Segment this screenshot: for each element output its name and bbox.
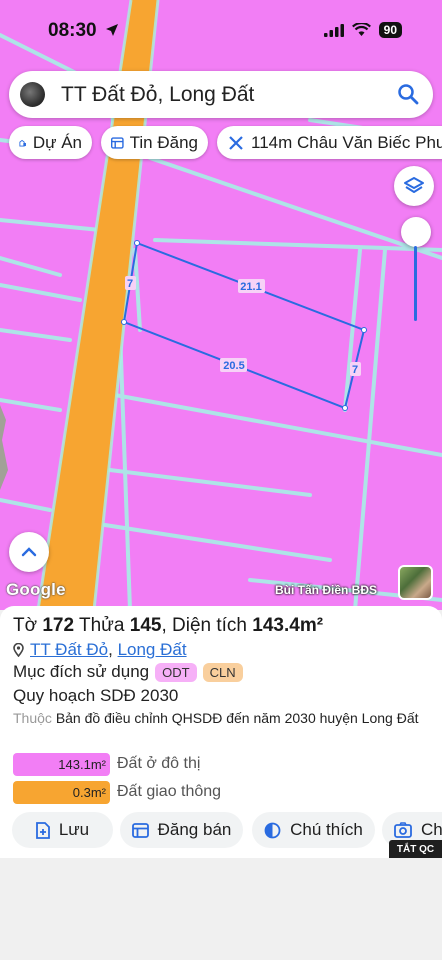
edge-label-left: 7 xyxy=(127,278,133,290)
search-bar[interactable]: TT Đất Đỏ, Long Đất xyxy=(9,71,433,118)
listing-icon xyxy=(131,822,149,838)
wifi-icon xyxy=(351,23,371,36)
parcel-info-panel: Tờ 172 Thửa 145, Diện tích 143.4m² TT Đấ… xyxy=(0,606,442,858)
expand-button[interactable] xyxy=(9,532,49,572)
legend-bar: 0.3m² xyxy=(13,780,110,804)
badge-cln: CLN xyxy=(202,662,243,682)
legend-bar: 143.1m² xyxy=(13,752,110,776)
status-bar: 08:30 90 xyxy=(0,0,442,60)
edge-label-bottom: 20.5 xyxy=(223,360,244,372)
chip-tin-dang[interactable]: Tin Đăng xyxy=(101,126,208,159)
legend-label: Đất giao thông xyxy=(117,783,222,800)
zoom-slider-track[interactable] xyxy=(414,246,417,321)
plan-source: Thuộc Bản đồ điều chỉnh QHSDĐ đến năm 20… xyxy=(13,710,419,726)
map-view[interactable]: 21.1 20.5 7 7 08:30 90 TT Đất Đỏ, Long Đ… xyxy=(0,0,442,610)
chip-label: Tin Đăng xyxy=(129,132,198,152)
watermark-thumbnail xyxy=(398,565,433,600)
location-link-town[interactable]: TT Đất Đỏ xyxy=(30,640,108,659)
pin-icon xyxy=(13,643,24,657)
add-bookmark-icon xyxy=(35,821,50,839)
chip-du-an[interactable]: Dự Án xyxy=(9,126,92,159)
signal-icon xyxy=(323,23,344,37)
hide-ads-button[interactable]: TẮT QC xyxy=(389,840,442,858)
zoom-slider-handle[interactable] xyxy=(401,217,431,247)
location-row: TT Đất Đỏ, Long Đất xyxy=(13,640,187,660)
sheet-number: 172 xyxy=(42,615,75,636)
usage-purpose-row: Mục đích sử dụng ODT CLN xyxy=(13,662,243,682)
layers-button[interactable] xyxy=(394,166,434,206)
parcel-number: 145 xyxy=(129,615,162,636)
google-logo: Google xyxy=(6,580,66,599)
chip-label: 114m Châu Văn Biếc Phước xyxy=(251,132,442,152)
status-icons: 90 xyxy=(323,22,402,38)
location-link-district[interactable]: Long Đất xyxy=(118,640,187,659)
edge-label-top: 21.1 xyxy=(240,281,261,293)
legend-button[interactable]: Chú thích xyxy=(252,812,375,848)
plan-label: Quy hoạch SDĐ 2030 xyxy=(13,686,179,705)
area-value: 143.4m² xyxy=(252,615,324,636)
camera-icon xyxy=(394,822,412,838)
listing-icon xyxy=(111,136,124,149)
contrast-icon xyxy=(264,822,281,838)
parcel-title: Tờ 172 Thửa 145, Diện tích 143.4m² xyxy=(13,615,324,636)
avatar[interactable] xyxy=(20,82,45,107)
edge-label-right: 7 xyxy=(352,364,358,376)
badge-odt: ODT xyxy=(155,662,197,682)
search-input[interactable]: TT Đất Đỏ, Long Đất xyxy=(61,83,254,107)
location-arrow-icon xyxy=(105,24,118,36)
watermark-text: Bùi Tấn Điền BĐS xyxy=(275,583,378,597)
search-icon[interactable] xyxy=(397,83,419,105)
layers-icon xyxy=(404,177,424,193)
save-button[interactable]: Lưu xyxy=(12,812,113,848)
legend-label: Đất ở đô thị xyxy=(117,755,201,772)
legend-row-road: 0.3m² Đất giao thông xyxy=(13,780,221,804)
battery-indicator: 90 xyxy=(378,22,402,38)
post-sale-button[interactable]: Đăng bán xyxy=(120,812,243,848)
building-icon xyxy=(19,139,26,146)
chip-distance[interactable]: 114m Châu Văn Biếc Phước xyxy=(217,126,442,159)
chip-label: Dự Án xyxy=(32,132,82,152)
legend-row-odt: 143.1m² Đất ở đô thị xyxy=(13,752,200,776)
selected-parcel[interactable] xyxy=(122,241,366,410)
status-time: 08:30 xyxy=(48,20,119,42)
ruler-icon xyxy=(229,135,243,150)
chevron-up-icon xyxy=(21,547,37,557)
